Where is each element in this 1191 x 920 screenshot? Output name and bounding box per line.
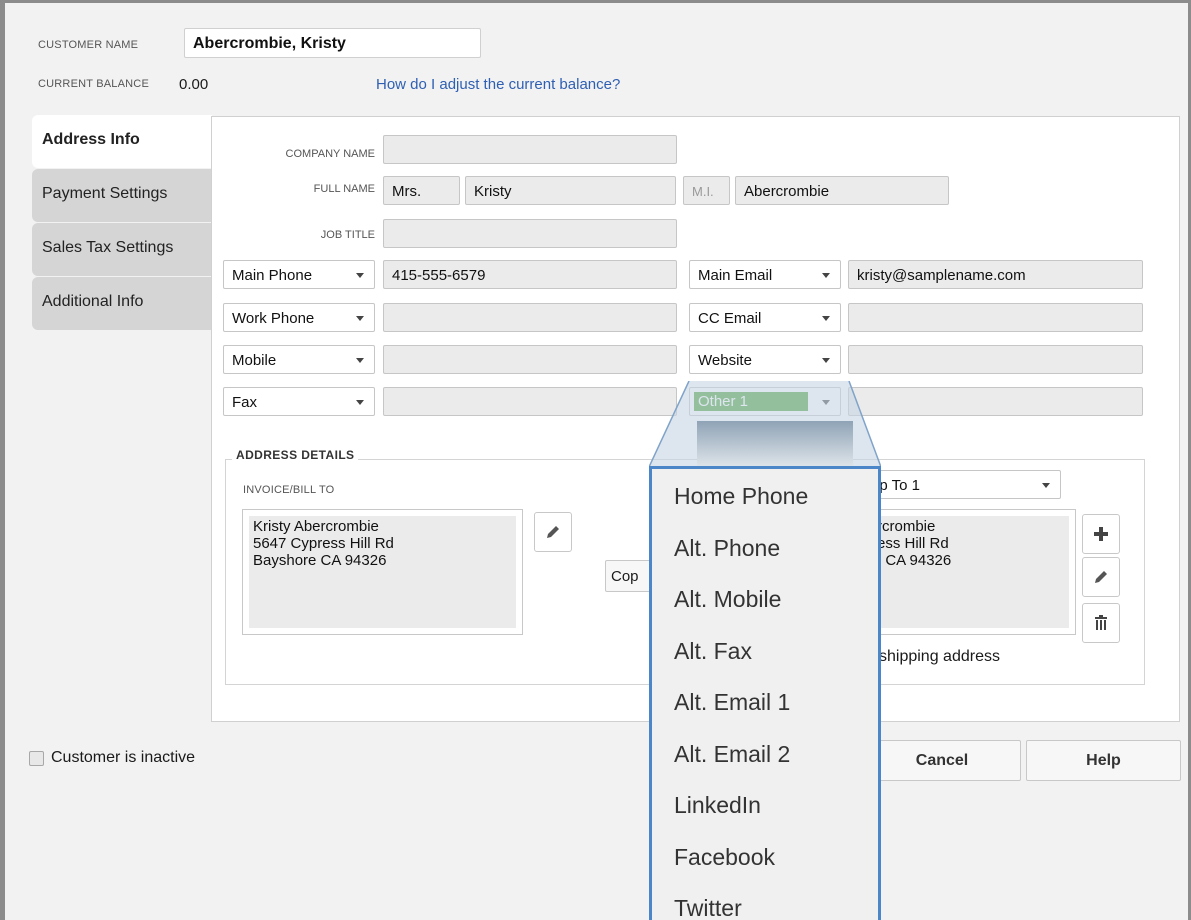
- contact-type-select-1[interactable]: Main Phone: [223, 260, 375, 289]
- tab-address-info[interactable]: Address Info: [32, 115, 212, 168]
- customer-name-input[interactable]: Abercrombie, Kristy: [184, 28, 481, 58]
- middle-initial-input[interactable]: M.I.: [683, 176, 730, 205]
- copy-button[interactable]: Cop: [605, 560, 655, 592]
- address-details-label: ADDRESS DETAILS: [232, 448, 359, 462]
- select-value: Mobile: [232, 352, 277, 369]
- select-value: Main Phone: [232, 267, 313, 284]
- list-item[interactable]: Home Phone: [652, 469, 878, 521]
- select-value: CC Email: [698, 310, 762, 327]
- list-item[interactable]: Alt. Fax: [652, 624, 878, 676]
- list-item[interactable]: LinkedIn: [652, 778, 878, 830]
- adjust-balance-link[interactable]: How do I adjust the current balance?: [376, 76, 620, 93]
- edit-bill-to-button[interactable]: [534, 512, 572, 552]
- list-item[interactable]: Alt. Phone: [652, 521, 878, 573]
- list-item[interactable]: Facebook: [652, 830, 878, 882]
- other-1-input[interactable]: [848, 387, 1143, 416]
- contact-type-select-5[interactable]: Main Email: [689, 260, 841, 289]
- current-balance-label: CURRENT BALANCE: [38, 78, 149, 90]
- pencil-icon: [547, 526, 559, 538]
- callout-connector: [649, 381, 881, 467]
- company-name-label: COMPANY NAME: [285, 148, 375, 160]
- chevron-down-icon: [356, 400, 364, 405]
- select-value: ip To 1: [876, 477, 920, 494]
- tab-label: Additional Info: [42, 293, 144, 310]
- last-name-input[interactable]: Abercrombie: [735, 176, 949, 205]
- bill-to-label: INVOICE/BILL TO: [243, 484, 335, 496]
- contact-type-select-7[interactable]: Website: [689, 345, 841, 374]
- cancel-button[interactable]: Cancel: [863, 740, 1021, 781]
- list-item[interactable]: Alt. Mobile: [652, 572, 878, 624]
- help-label: Help: [1086, 752, 1121, 769]
- chevron-down-icon: [356, 273, 364, 278]
- select-value: Main Email: [698, 267, 773, 284]
- contact-type-dropdown-list: Home Phone Alt. Phone Alt. Mobile Alt. F…: [649, 466, 881, 920]
- bill-to-address[interactable]: Kristy Abercrombie 5647 Cypress Hill Rd …: [242, 509, 523, 635]
- mobile-input[interactable]: [383, 345, 677, 374]
- cc-email-input[interactable]: [848, 303, 1143, 332]
- default-shipping-label: shipping address: [879, 648, 1000, 665]
- select-value: Work Phone: [232, 310, 315, 327]
- contact-type-select-4[interactable]: Fax: [223, 387, 375, 416]
- chevron-down-icon: [822, 358, 830, 363]
- full-name-label: FULL NAME: [313, 183, 375, 195]
- trash-icon: [1095, 615, 1107, 630]
- main-email-input[interactable]: kristy@samplename.com: [848, 260, 1143, 289]
- first-name-input[interactable]: Kristy: [465, 176, 676, 205]
- delete-ship-to-button[interactable]: [1082, 603, 1120, 643]
- customer-inactive-checkbox[interactable]: [29, 751, 44, 766]
- select-value: Fax: [232, 394, 258, 411]
- plus-icon: [1094, 527, 1108, 541]
- job-title-input[interactable]: [383, 219, 677, 248]
- chevron-down-icon: [1042, 483, 1050, 488]
- chevron-down-icon: [822, 273, 830, 278]
- contact-type-select-2[interactable]: Work Phone: [223, 303, 375, 332]
- tab-sales-tax-settings[interactable]: Sales Tax Settings: [32, 223, 212, 276]
- ship-to-address[interactable]: rcrombie ess Hill Rd , CA 94326: [866, 509, 1076, 635]
- title-input[interactable]: Mrs.: [383, 176, 460, 205]
- main-phone-input[interactable]: 415-555-6579: [383, 260, 677, 289]
- website-input[interactable]: [848, 345, 1143, 374]
- contact-type-select-3[interactable]: Mobile: [223, 345, 375, 374]
- tab-payment-settings[interactable]: Payment Settings: [32, 169, 212, 222]
- tab-label: Address Info: [42, 131, 140, 148]
- current-balance-value: 0.00: [179, 76, 209, 93]
- contact-type-select-6[interactable]: CC Email: [689, 303, 841, 332]
- chevron-down-icon: [356, 316, 364, 321]
- cancel-label: Cancel: [915, 752, 969, 769]
- add-ship-to-button[interactable]: [1082, 514, 1120, 554]
- tab-additional-info[interactable]: Additional Info: [32, 277, 212, 330]
- tab-label: Payment Settings: [42, 185, 168, 202]
- chevron-down-icon: [356, 358, 364, 363]
- fax-input[interactable]: [383, 387, 677, 416]
- work-phone-input[interactable]: [383, 303, 677, 332]
- ship-to-select[interactable]: ip To 1: [867, 470, 1061, 499]
- copy-button-label: Cop: [611, 568, 639, 585]
- pencil-icon: [1095, 571, 1107, 583]
- customer-name-label: CUSTOMER NAME: [38, 39, 139, 51]
- tab-label: Sales Tax Settings: [42, 239, 174, 256]
- help-button[interactable]: Help: [1026, 740, 1181, 781]
- job-title-label: JOB TITLE: [320, 229, 375, 241]
- customer-inactive-label: Customer is inactive: [51, 749, 196, 766]
- select-value: Website: [698, 352, 752, 369]
- list-item[interactable]: Alt. Email 2: [652, 727, 878, 779]
- company-name-input[interactable]: [383, 135, 677, 164]
- chevron-down-icon: [822, 316, 830, 321]
- edit-ship-to-button[interactable]: [1082, 557, 1120, 597]
- list-item[interactable]: Alt. Email 1: [652, 675, 878, 727]
- list-item[interactable]: Twitter: [652, 881, 878, 920]
- customer-dialog: CUSTOMER NAME Abercrombie, Kristy CURREN…: [0, 0, 1191, 920]
